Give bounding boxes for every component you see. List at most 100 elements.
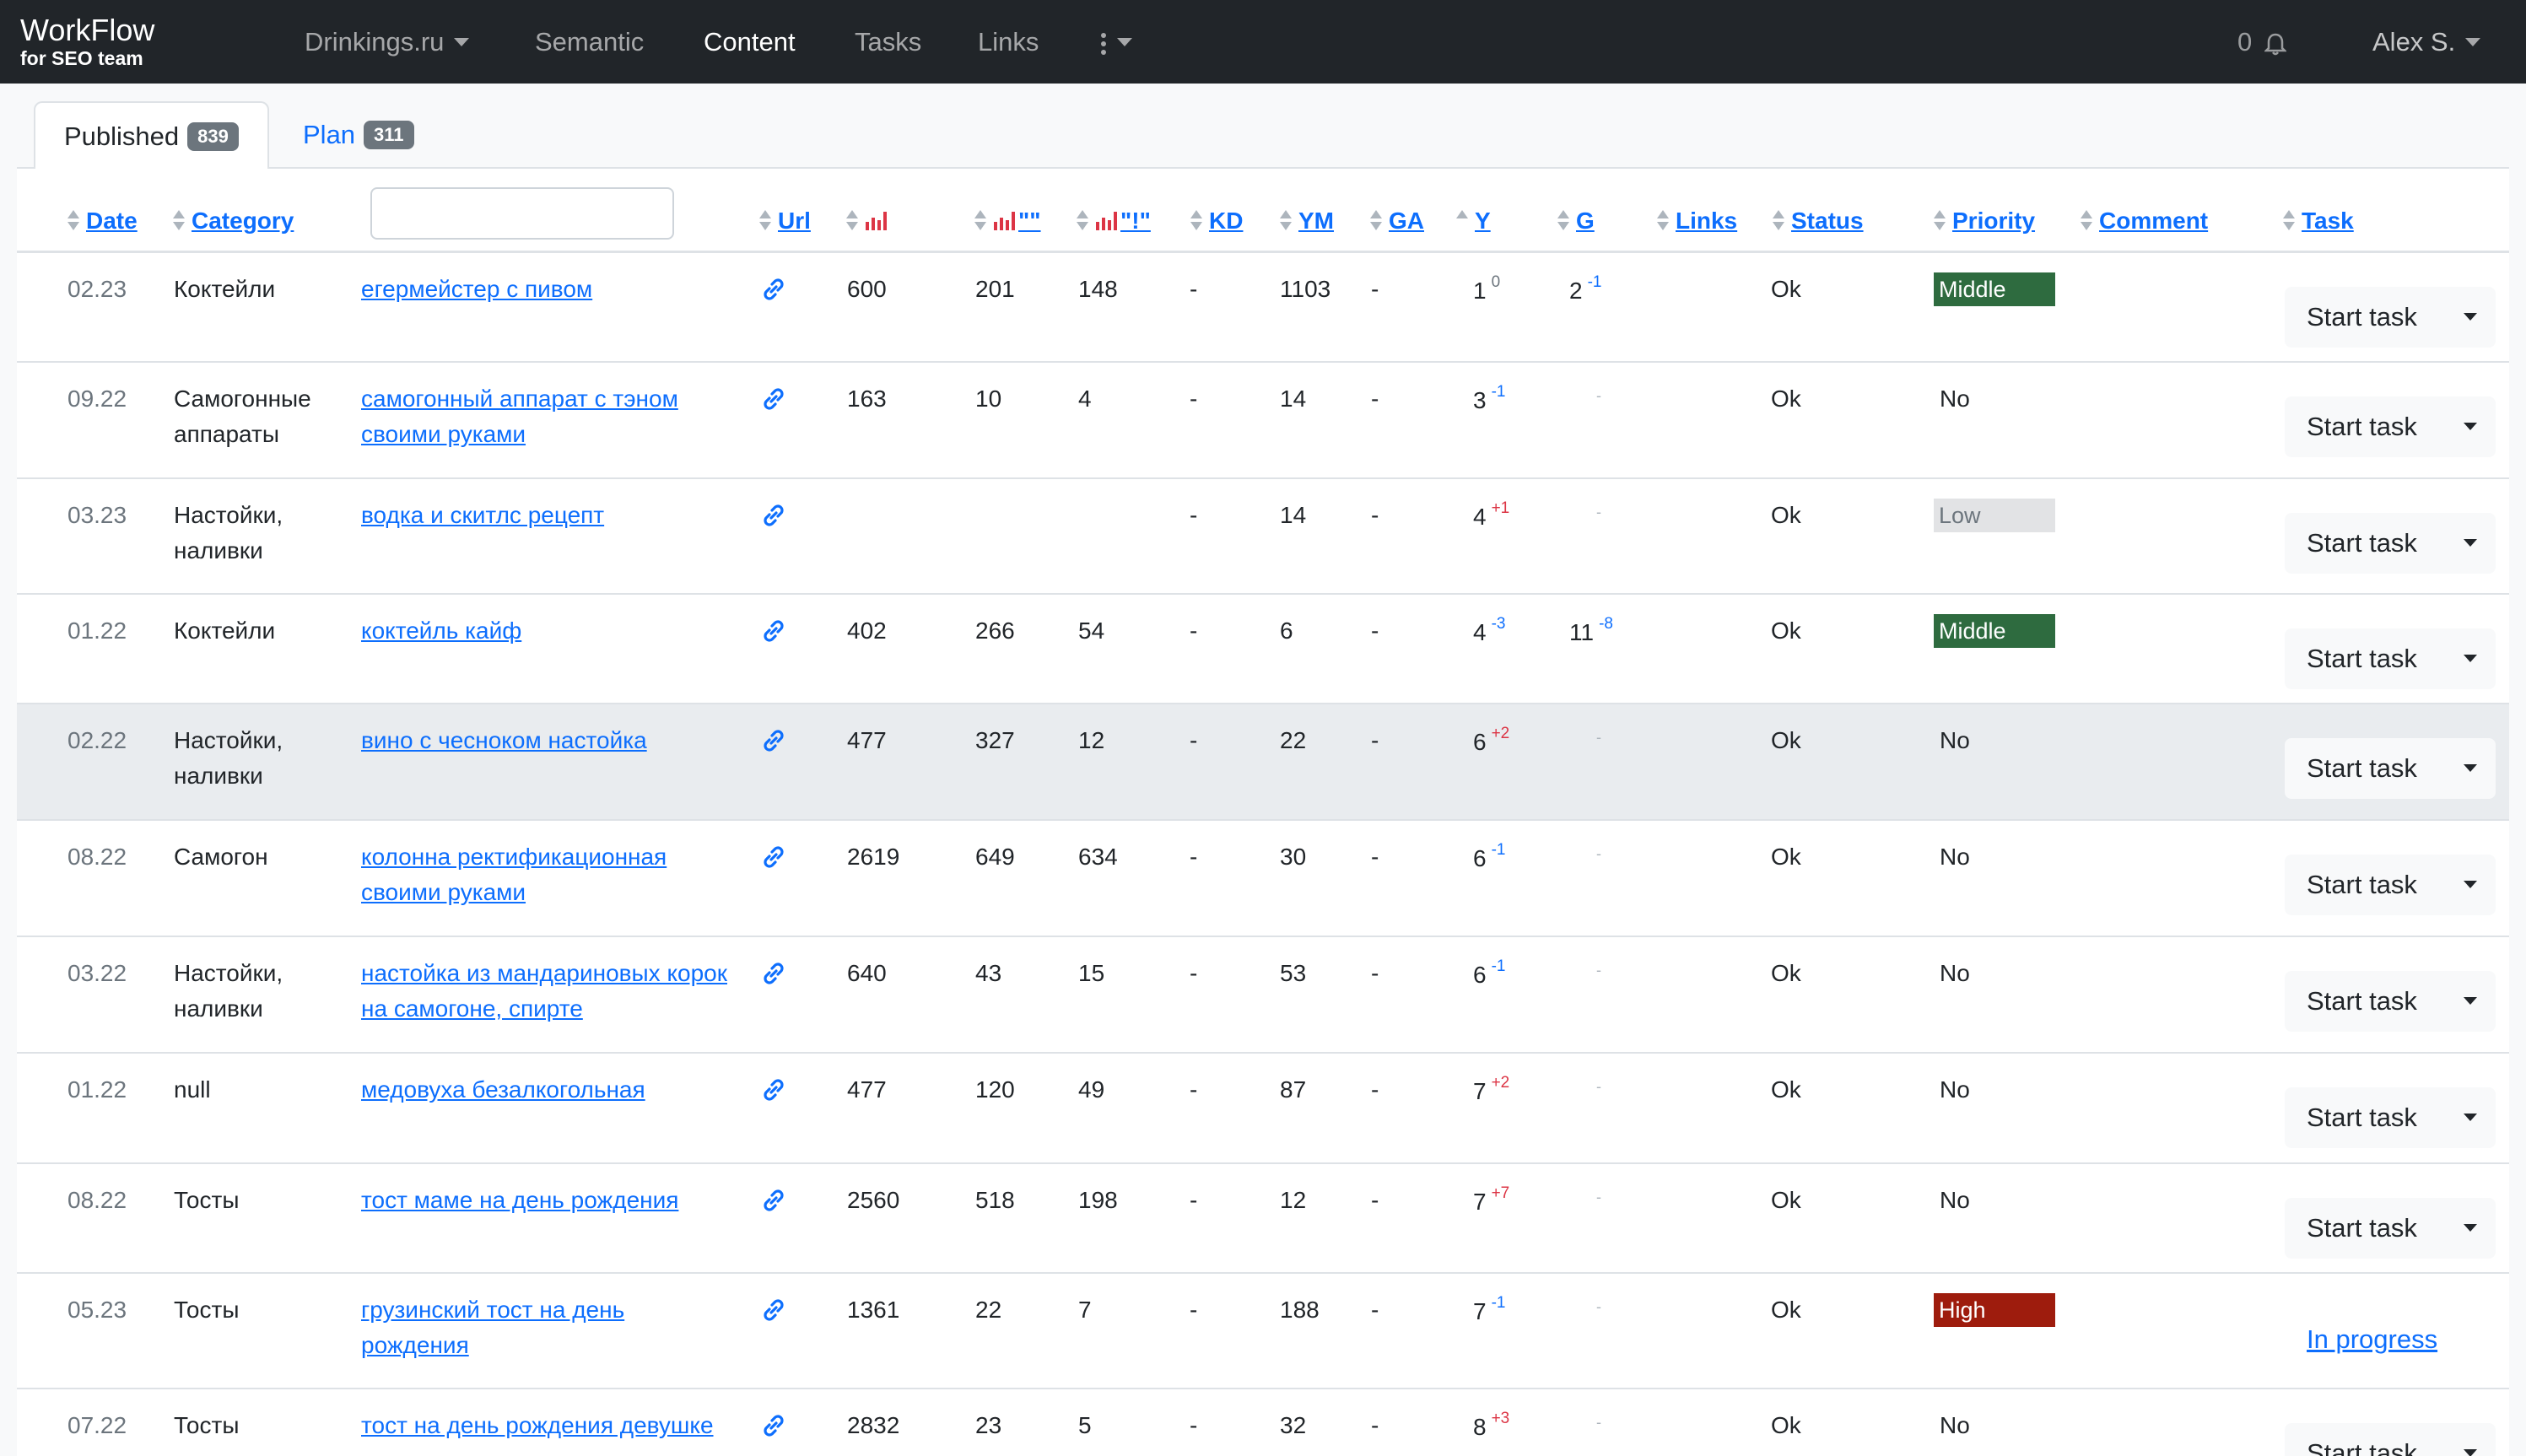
priority-cell: No [1940,386,1970,412]
col-g[interactable]: G [1557,204,1595,238]
link-icon[interactable] [759,843,788,871]
col-category[interactable]: Category [173,204,294,238]
link-icon[interactable] [759,1186,788,1215]
col-frequency-exact[interactable]: "!" [1077,204,1151,238]
chevron-down-icon[interactable] [2464,655,2477,662]
nav-semantic[interactable]: Semantic [535,25,644,59]
start-task-button[interactable]: Start task [2285,396,2496,457]
priority-badge: Low [1934,499,2055,532]
count-badge: 311 [364,121,414,149]
col-priority[interactable]: Priority [1934,204,2035,238]
start-task-button[interactable]: Start task [2285,1423,2496,1456]
ym-cell: 12 [1280,1187,1307,1213]
keyword-link[interactable]: грузинский тост на день рождения [361,1292,732,1363]
link-icon[interactable] [759,726,788,755]
start-task-button[interactable]: Start task [2285,971,2496,1032]
chevron-down-icon[interactable] [2464,539,2477,547]
site-select-dropdown[interactable]: Drinkings.ru [305,25,470,59]
keyword-link[interactable]: настойка из мандариновых корок на самого… [361,956,732,1027]
date-cell: 01.22 [67,1076,127,1103]
keyword-link[interactable]: самогонный аппарат с тэном своими руками [361,381,732,452]
start-task-button[interactable]: Start task [2285,1198,2496,1259]
link-icon[interactable] [759,501,788,530]
col-ym[interactable]: YM [1280,204,1334,238]
y-position-cell: 6 +2 [1473,725,1509,760]
category-cell: null [174,1076,211,1103]
chevron-down-icon[interactable] [2464,1224,2477,1232]
link-icon[interactable] [759,959,788,988]
chevron-down-icon[interactable] [2464,881,2477,888]
col-status[interactable]: Status [1773,204,1864,238]
nav-content[interactable]: Content [704,25,796,59]
tab-plan[interactable]: Plan 311 [274,101,443,169]
keyword-link[interactable]: водка и скитлс рецепт [361,498,732,533]
keyword-link[interactable]: медовуха безалкогольная [361,1072,732,1108]
brand-logo[interactable]: WorkFlow for SEO team [20,13,154,70]
col-date[interactable]: Date [67,204,138,238]
frequency-exact-cell: 54 [1078,617,1105,644]
category-cell: Настойки, наливки [174,502,283,564]
link-icon[interactable] [759,275,788,304]
priority-cell: No [1940,727,1970,753]
ga-cell: - [1371,844,1379,870]
chevron-down-icon[interactable] [2464,764,2477,772]
start-task-button[interactable]: Start task [2285,738,2496,799]
kd-cell: - [1190,1297,1198,1323]
start-task-button[interactable]: Start task [2285,1087,2496,1148]
col-kd[interactable]: KD [1190,204,1243,238]
frequency-cell: 2560 [847,1187,900,1213]
col-url[interactable]: Url [759,204,811,238]
link-icon[interactable] [759,1076,788,1104]
start-task-button[interactable]: Start task [2285,287,2496,348]
ga-cell: - [1371,727,1379,753]
notifications-button[interactable]: 0 [2237,25,2286,59]
link-icon[interactable] [759,1411,788,1440]
bar-chart-icon [1096,212,1117,230]
chevron-down-icon[interactable] [2464,313,2477,321]
link-icon[interactable] [759,385,788,413]
col-ga[interactable]: GA [1370,204,1424,238]
nav-tasks[interactable]: Tasks [855,25,921,59]
nav-links[interactable]: Links [978,25,1039,59]
keyword-link[interactable]: вино с чесноком настойка [361,723,732,758]
chevron-down-icon[interactable] [2464,1449,2477,1456]
brand-subtitle: for SEO team [20,47,143,69]
user-menu[interactable]: Alex S. [2372,25,2481,59]
start-task-button[interactable]: Start task [2285,628,2496,689]
keyword-link[interactable]: колонна ректификационная своими руками [361,839,732,910]
sort-icon [1280,210,1292,232]
link-icon[interactable] [759,617,788,645]
tab-published[interactable]: Published 839 [34,101,269,170]
start-task-button[interactable]: Start task [2285,513,2496,574]
bar-chart-icon [866,212,887,230]
col-links[interactable]: Links [1657,204,1737,238]
category-cell: Тосты [174,1297,240,1323]
col-task[interactable]: Task [2283,204,2354,238]
chevron-down-icon[interactable] [2464,423,2477,430]
date-cell: 02.23 [67,276,127,302]
col-frequency[interactable] [846,204,890,238]
link-icon[interactable] [759,1296,788,1324]
frequency-quoted-cell: 201 [975,276,1015,302]
more-menu-button[interactable] [1100,25,1132,59]
keyword-link[interactable]: тост маме на день рождения [361,1183,732,1218]
keyword-link[interactable]: егермейстер с пивом [361,272,732,307]
category-cell: Самогонные аппараты [174,386,311,447]
col-y[interactable]: Y [1456,204,1491,238]
frequency-exact-cell: 634 [1078,844,1118,870]
chevron-down-icon[interactable] [2464,1114,2477,1121]
start-task-button[interactable]: Start task [2285,855,2496,915]
chevron-down-icon[interactable] [2464,997,2477,1005]
category-cell: Коктейли [174,617,276,644]
keyword-filter-input[interactable] [370,187,674,240]
frequency-cell: 640 [847,960,887,986]
date-cell: 01.22 [67,617,127,644]
keyword-link[interactable]: тост на день рождения девушке [361,1408,732,1443]
g-position-cell: 2 -1 [1569,273,1601,309]
frequency-exact-cell: 198 [1078,1187,1118,1213]
col-comment[interactable]: Comment [2081,204,2208,238]
in-progress-link[interactable]: In progress [2307,1324,2437,1355]
col-frequency-quoted[interactable]: "" [974,204,1041,238]
keyword-link[interactable]: коктейль кайф [361,613,732,649]
frequency-exact-cell: 148 [1078,276,1118,302]
